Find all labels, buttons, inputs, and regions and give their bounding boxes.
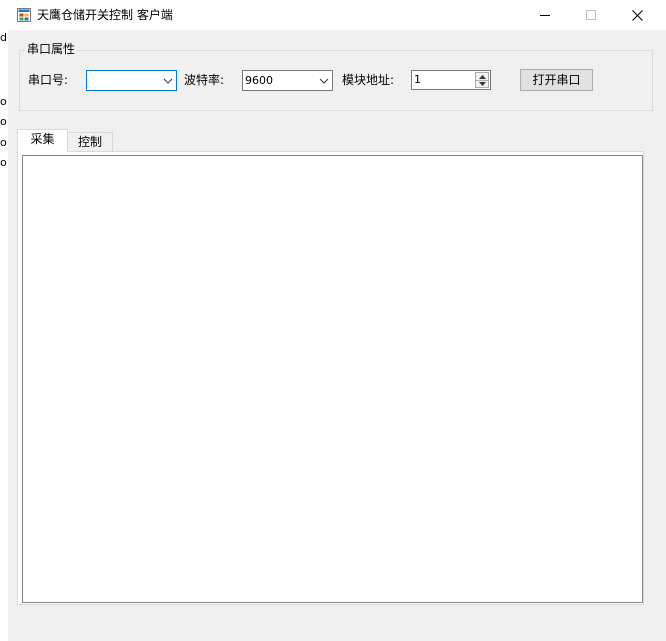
tab-control[interactable]: 控制	[68, 132, 113, 153]
module-address-stepper[interactable]: 1	[411, 70, 491, 90]
module-address-value: 1	[414, 73, 421, 86]
serial-port-select[interactable]	[86, 70, 177, 91]
minimize-button[interactable]	[522, 0, 568, 30]
serial-properties-legend: 串口属性	[25, 41, 78, 57]
close-icon	[631, 9, 643, 21]
baud-rate-select[interactable]: 9600	[242, 70, 333, 91]
app-form-icon	[17, 8, 31, 22]
window-title: 天鹰仓储开关控制 客户端	[37, 8, 173, 22]
background-window-edge: dr o o o o	[0, 0, 8, 641]
minimize-icon	[540, 15, 550, 16]
spin-down-button[interactable]	[476, 80, 488, 87]
close-button[interactable]	[614, 0, 660, 30]
maximize-button[interactable]	[568, 0, 614, 30]
chevron-down-icon	[163, 78, 173, 84]
module-address-label: 模块地址:	[342, 73, 395, 87]
maximize-icon	[586, 10, 596, 20]
baud-rate-label: 波特率:	[184, 73, 225, 87]
background-text-fragment: o	[0, 115, 7, 128]
triangle-up-icon	[478, 74, 486, 79]
tab-page-collect	[17, 151, 644, 605]
chevron-down-icon	[319, 78, 329, 84]
background-text-fragment: o	[0, 95, 7, 108]
serial-port-label: 串口号:	[28, 73, 69, 87]
background-text-fragment: dr	[0, 31, 8, 44]
log-textbox[interactable]	[22, 155, 643, 603]
app-window: 天鹰仓储开关控制 客户端 串口属性 串口号: 波特率: 9600 模块地址: 1…	[8, 0, 666, 641]
triangle-down-icon	[478, 81, 486, 86]
background-text-fragment: o	[0, 136, 7, 149]
tab-collect[interactable]: 采集	[17, 129, 68, 152]
title-bar[interactable]: 天鹰仓储开关控制 客户端	[8, 0, 666, 30]
open-serial-port-button[interactable]: 打开串口	[520, 69, 593, 91]
address-spin-control	[475, 72, 489, 88]
baud-rate-value: 9600	[245, 74, 273, 87]
background-text-fragment: o	[0, 156, 7, 169]
